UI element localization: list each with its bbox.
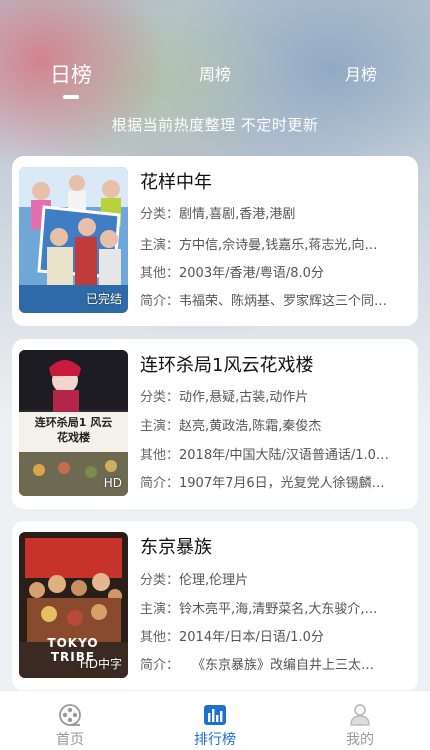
ranking-tabs: 日榜 周榜 月榜 bbox=[0, 50, 430, 110]
movie-cast-row: 主演：铃木亮平,海,清野菜名,大东骏介,… bbox=[140, 602, 378, 617]
tab-monthly[interactable]: 月榜 bbox=[301, 50, 421, 100]
film-reel-icon bbox=[59, 704, 81, 726]
user-icon bbox=[350, 704, 370, 726]
tab-weekly[interactable]: 周榜 bbox=[155, 50, 275, 100]
movie-title: 连环杀局1风云花戏楼 bbox=[140, 355, 314, 376]
bar-chart-icon bbox=[204, 705, 226, 725]
nav-ranking-label: 排行榜 bbox=[194, 732, 236, 748]
ranking-subtitle: 根据当前热度整理 不定时更新 bbox=[111, 116, 319, 134]
poster-badge: HD中字 bbox=[79, 657, 122, 671]
movie-card[interactable]: 已完结 花样中年 分类：剧情,喜剧,香港,港剧 主演：方中信,佘诗曼,钱嘉乐,蒋… bbox=[12, 156, 418, 326]
movie-poster[interactable]: 连环杀局1 风云花戏楼 HD bbox=[19, 350, 128, 496]
movie-intro-row: 简介：韦福荣、陈炳基、罗家辉这三个同… bbox=[140, 294, 388, 309]
nav-home[interactable]: 首页 bbox=[15, 691, 125, 750]
movie-other-row: 其他：2014年/日本/日语/1.0分 bbox=[140, 630, 324, 645]
nav-profile-label: 我的 bbox=[346, 732, 374, 748]
tab-weekly-label: 周榜 bbox=[198, 65, 231, 84]
tab-daily-label: 日榜 bbox=[50, 63, 92, 87]
movie-title: 东京暴族 bbox=[140, 537, 212, 558]
movie-genre-row: 分类：动作,悬疑,古装,动作片 bbox=[140, 390, 309, 405]
movie-poster[interactable]: 已完结 bbox=[19, 167, 128, 313]
tab-monthly-label: 月榜 bbox=[344, 65, 377, 84]
movie-cast-row: 主演：赵亮,黄政浩,陈霜,秦俊杰 bbox=[140, 419, 322, 434]
movie-cast-row: 主演：方中信,佘诗曼,钱嘉乐,蒋志光,向… bbox=[140, 238, 378, 253]
movie-genre-row: 分类：剧情,喜剧,香港,港剧 bbox=[140, 207, 296, 222]
movie-genre-row: 分类：伦理,伦理片 bbox=[140, 573, 249, 588]
poster-badge: HD bbox=[103, 476, 122, 490]
poster-title-text: 连环杀局1 风云花戏楼 bbox=[34, 416, 113, 444]
nav-home-label: 首页 bbox=[56, 732, 84, 748]
movie-intro-row: 简介： 《东京暴族》改编自井上三太… bbox=[140, 658, 375, 673]
movie-poster[interactable]: TOKYO TRIBE HD中字 bbox=[19, 532, 128, 678]
movie-card[interactable]: TOKYO TRIBE HD中字 东京暴族 分类：伦理,伦理片 主演：铃木亮平,… bbox=[12, 521, 418, 691]
movie-other-row: 其他：2003年/香港/粤语/8.0分 bbox=[140, 266, 324, 281]
movie-intro-row: 简介：1907年7月6日，光复党人徐锡麟… bbox=[140, 476, 385, 491]
movie-title: 花样中年 bbox=[140, 172, 212, 193]
poster-badge: 已完结 bbox=[85, 292, 122, 306]
nav-ranking[interactable]: 排行榜 bbox=[160, 691, 270, 750]
tab-daily[interactable]: 日榜 bbox=[11, 50, 131, 100]
movie-card[interactable]: 连环杀局1 风云花戏楼 HD 连环杀局1风云花戏楼 分类：动作,悬疑,古装,动作… bbox=[12, 339, 418, 509]
movie-other-row: 其他：2018年/中国大陆/汉语普通话/1.0… bbox=[140, 448, 389, 463]
bottom-navigation: 首页 排行榜 我的 bbox=[0, 690, 430, 750]
nav-profile[interactable]: 我的 bbox=[305, 691, 415, 750]
active-tab-indicator bbox=[63, 95, 79, 99]
